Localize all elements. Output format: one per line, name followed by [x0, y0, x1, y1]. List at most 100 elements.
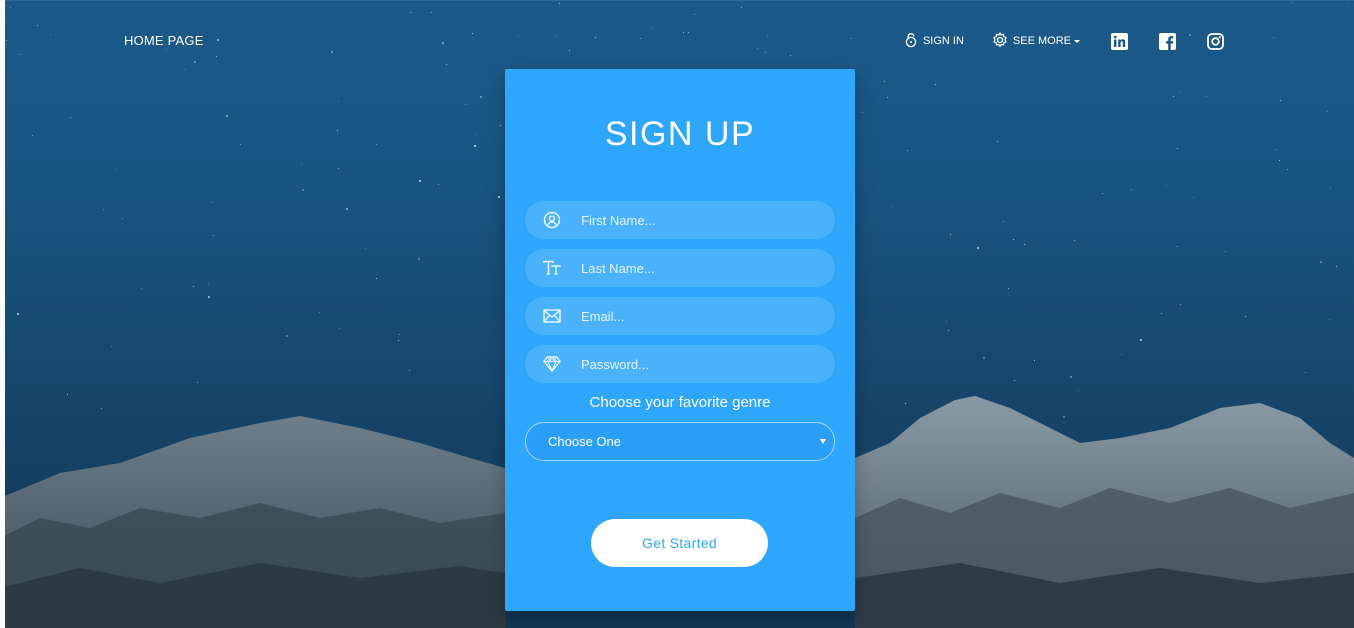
password-input[interactable] — [579, 355, 813, 373]
star — [409, 370, 410, 371]
star — [1014, 380, 1015, 381]
star — [569, 50, 570, 51]
star — [398, 340, 399, 341]
star — [884, 81, 885, 82]
star — [1173, 96, 1174, 97]
first-name-input[interactable] — [579, 211, 813, 229]
star — [1305, 372, 1306, 373]
star — [240, 144, 241, 145]
last-name-field[interactable] — [525, 249, 835, 287]
star — [892, 206, 893, 207]
star — [376, 278, 377, 279]
star — [465, 104, 466, 105]
star — [446, 64, 447, 65]
star — [442, 42, 444, 44]
star — [1291, 2, 1292, 3]
text-icon — [542, 258, 562, 278]
star — [376, 144, 377, 145]
star — [319, 312, 320, 313]
star — [111, 346, 112, 347]
star — [1330, 187, 1331, 188]
star — [498, 196, 500, 198]
sign-in-link[interactable]: SIGN IN — [904, 30, 964, 52]
star — [1273, 37, 1274, 38]
chevron-down-icon — [820, 439, 826, 444]
email-input[interactable] — [579, 307, 813, 325]
star — [217, 39, 219, 41]
star — [1287, 169, 1288, 170]
star — [1131, 189, 1132, 190]
star — [1206, 96, 1207, 97]
star — [431, 12, 432, 13]
star — [983, 357, 985, 359]
star — [418, 258, 420, 260]
star — [1024, 244, 1025, 245]
genre-select[interactable]: Choose One — [525, 422, 835, 461]
instagram-icon[interactable] — [1206, 32, 1224, 50]
star — [1279, 160, 1280, 161]
star — [193, 286, 194, 287]
signup-card: SIGN UP First Name... Last Name... Email… — [505, 69, 855, 611]
star — [197, 382, 198, 383]
star — [1348, 5, 1349, 6]
star — [559, 3, 560, 4]
star — [216, 56, 217, 57]
see-more-label: SEE MORE — [1012, 35, 1071, 47]
star — [338, 168, 339, 169]
last-name-input[interactable] — [579, 259, 813, 277]
star — [399, 334, 400, 335]
star — [166, 49, 167, 50]
star — [887, 97, 888, 98]
genre-select-value: Choose One — [548, 434, 621, 449]
star — [286, 335, 288, 337]
gear-icon — [992, 31, 1013, 51]
star — [1320, 261, 1322, 263]
star — [472, 33, 473, 34]
star — [141, 288, 142, 289]
star — [302, 189, 304, 191]
star — [1013, 239, 1014, 240]
star — [1336, 266, 1337, 267]
password-field[interactable] — [525, 345, 835, 383]
lock-icon — [904, 32, 923, 51]
star — [694, 14, 695, 15]
star — [1102, 193, 1103, 194]
star — [907, 150, 908, 151]
star — [331, 51, 333, 53]
star — [640, 38, 641, 39]
star — [122, 218, 123, 219]
page-title: SIGN UP — [604, 115, 756, 153]
star — [757, 48, 758, 49]
star — [10, 7, 11, 8]
star — [419, 180, 421, 182]
star — [741, 7, 742, 8]
star — [213, 235, 214, 236]
star — [337, 130, 338, 131]
star — [194, 61, 196, 63]
first-name-field[interactable] — [525, 201, 835, 239]
facebook-icon[interactable] — [1158, 32, 1176, 50]
star — [346, 208, 348, 210]
star — [1245, 316, 1246, 317]
star — [946, 321, 947, 322]
see-more-dropdown[interactable]: SEE MORE — [992, 30, 1080, 52]
star — [500, 125, 501, 126]
star — [1074, 240, 1075, 241]
star — [70, 117, 71, 118]
get-started-button[interactable]: Get Started — [591, 519, 768, 567]
email-field[interactable] — [525, 297, 835, 335]
star — [1329, 319, 1330, 320]
star — [1225, 251, 1226, 252]
star — [1327, 111, 1328, 112]
star — [365, 248, 366, 249]
star — [1180, 304, 1181, 305]
home-page-link[interactable]: HOME PAGE — [124, 33, 204, 48]
star — [184, 69, 185, 70]
star — [17, 313, 19, 315]
linkedin-icon[interactable] — [1110, 32, 1128, 50]
diamond-icon — [542, 354, 562, 374]
genre-label: Choose your favorite genre — [589, 394, 771, 411]
star — [480, 96, 482, 98]
user-icon — [542, 210, 562, 230]
star — [37, 25, 38, 26]
